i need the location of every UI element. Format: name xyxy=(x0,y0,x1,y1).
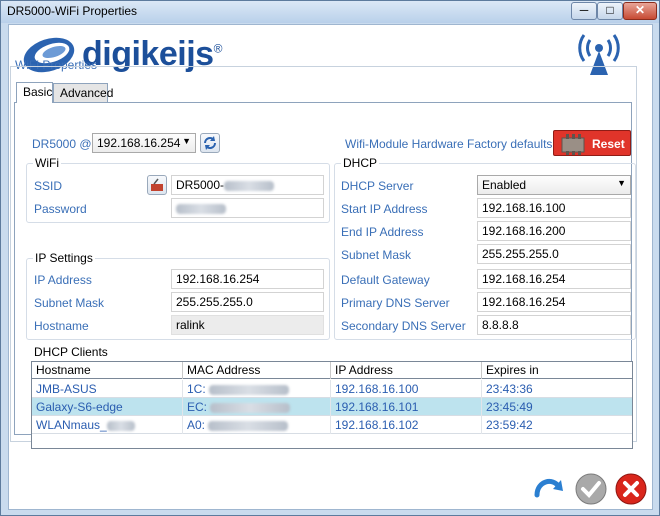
ip-address-label: IP Address xyxy=(34,273,92,287)
end-ip-field[interactable]: 192.168.16.200 xyxy=(477,221,631,241)
chip-icon xyxy=(561,134,585,155)
row-mac-prefix: 1C: xyxy=(187,382,206,396)
row-ip: 192.168.16.102 xyxy=(331,416,482,434)
hostname-label: Hostname xyxy=(34,319,89,333)
router-icon xyxy=(151,178,163,191)
redacted-blur xyxy=(106,420,135,431)
redacted-blur xyxy=(224,180,275,191)
gateway-label: Default Gateway xyxy=(341,273,430,287)
primary-dns-label: Primary DNS Server xyxy=(341,296,450,310)
ssid-action-button[interactable] xyxy=(147,175,167,195)
subnet-mask-field[interactable]: 255.255.255.0 xyxy=(171,292,324,312)
row-hostname: JMB-ASUS xyxy=(32,380,183,398)
maximize-button[interactable]: □ xyxy=(597,2,623,20)
gateway-field[interactable]: 192.168.16.254 xyxy=(477,269,631,289)
redacted-blur xyxy=(176,203,226,214)
dhcp-server-select[interactable]: Enabled ▼ xyxy=(477,175,631,195)
dr5000-label: DR5000 @ xyxy=(32,137,92,151)
dhcp-server-label: DHCP Server xyxy=(341,179,414,193)
cancel-button[interactable] xyxy=(613,471,647,505)
row-expires: 23:45:49 xyxy=(486,400,533,414)
end-ip-label: End IP Address xyxy=(341,225,424,239)
device-ip-value: 192.168.16.254 xyxy=(97,136,181,150)
chevron-down-icon: ▼ xyxy=(182,136,191,146)
dhcp-subnet-field[interactable]: 255.255.255.0 xyxy=(477,244,631,264)
secondary-dns-label: Secondary DNS Server xyxy=(341,319,466,333)
column-expires[interactable]: Expires in xyxy=(482,362,632,379)
ssid-field[interactable]: DR5000- xyxy=(171,175,324,195)
row-mac-prefix: A0: xyxy=(187,418,206,432)
ssid-label: SSID xyxy=(34,179,63,193)
close-window-button[interactable]: ✕ xyxy=(623,2,657,20)
row-expires: 23:43:36 xyxy=(486,382,533,396)
refresh-icon xyxy=(204,136,216,150)
hostname-field: ralink xyxy=(171,315,324,335)
password-label: Password xyxy=(34,202,87,216)
wifi-group-title: WiFi xyxy=(33,156,61,170)
start-ip-field[interactable]: 192.168.16.100 xyxy=(477,198,631,218)
row-hostname: WLANmaus_ xyxy=(32,416,183,434)
row-mac: EC: xyxy=(183,398,331,416)
cancel-x-icon xyxy=(615,473,647,505)
title-bar[interactable]: DR5000-WiFi Properties ─ □ ✕ xyxy=(1,1,659,23)
checkmark-icon xyxy=(575,473,607,505)
redacted-blur xyxy=(210,402,291,413)
reset-label: Reset xyxy=(592,137,625,151)
ok-button[interactable] xyxy=(573,471,607,505)
window: DR5000-WiFi Properties ─ □ ✕ digikeijs® … xyxy=(0,0,660,516)
row-ip: 192.168.16.101 xyxy=(331,398,482,416)
ip-address-field[interactable]: 192.168.16.254 xyxy=(171,269,324,289)
row-hostname: Galaxy-S6-edge xyxy=(32,398,183,416)
dhcp-clients-table: Hostname MAC Address IP Address Expires … xyxy=(31,361,633,449)
row-mac-prefix: EC: xyxy=(187,400,208,414)
ssid-value: DR5000- xyxy=(176,178,225,192)
row-mac: A0: xyxy=(183,416,331,434)
column-hostname[interactable]: Hostname xyxy=(32,362,183,379)
start-ip-label: Start IP Address xyxy=(341,202,428,216)
row-expires: 23:59:42 xyxy=(486,418,533,432)
table-header: Hostname MAC Address IP Address Expires … xyxy=(32,362,632,379)
minimize-button[interactable]: ─ xyxy=(571,2,597,20)
redacted-blur xyxy=(209,384,290,395)
table-row[interactable]: WLANmaus_ A0: 192.168.16.102 23:59:42 xyxy=(32,416,632,434)
primary-dns-field[interactable]: 192.168.16.254 xyxy=(477,292,631,312)
apply-button[interactable] xyxy=(531,471,565,505)
row-ip: 192.168.16.100 xyxy=(331,380,482,398)
tab-basic[interactable]: Basic xyxy=(16,82,53,103)
device-ip-select[interactable]: 192.168.16.254 ▼ xyxy=(92,133,196,153)
registered-mark: ® xyxy=(213,41,223,56)
tab-advanced[interactable]: Advanced xyxy=(53,83,113,103)
window-title: DR5000-WiFi Properties xyxy=(7,4,138,18)
factory-defaults-label: Wifi-Module Hardware Factory defaults xyxy=(345,137,553,151)
column-ip[interactable]: IP Address xyxy=(331,362,482,379)
password-field[interactable] xyxy=(171,198,324,218)
chevron-down-icon: ▼ xyxy=(617,178,626,188)
refresh-button[interactable] xyxy=(200,133,220,153)
table-row[interactable]: JMB-ASUS 1C: 192.168.16.100 23:43:36 xyxy=(32,380,632,398)
row-mac: 1C: xyxy=(183,380,331,398)
subnet-mask-label: Subnet Mask xyxy=(34,296,105,310)
row-hostname-text: WLANmaus_ xyxy=(36,418,107,432)
dhcp-subnet-label: Subnet Mask xyxy=(341,248,412,262)
dhcp-server-value: Enabled xyxy=(482,178,527,192)
table-row[interactable]: Galaxy-S6-edge EC: 192.168.16.101 23:45:… xyxy=(32,398,632,416)
dhcp-group-title: DHCP xyxy=(341,156,380,170)
redacted-blur xyxy=(208,420,289,431)
secondary-dns-field[interactable]: 8.8.8.8 xyxy=(477,315,631,335)
apply-arrow-icon xyxy=(534,478,563,498)
reset-button[interactable]: Reset xyxy=(553,130,631,156)
column-mac[interactable]: MAC Address xyxy=(183,362,331,379)
ip-settings-title: IP Settings xyxy=(33,251,95,265)
